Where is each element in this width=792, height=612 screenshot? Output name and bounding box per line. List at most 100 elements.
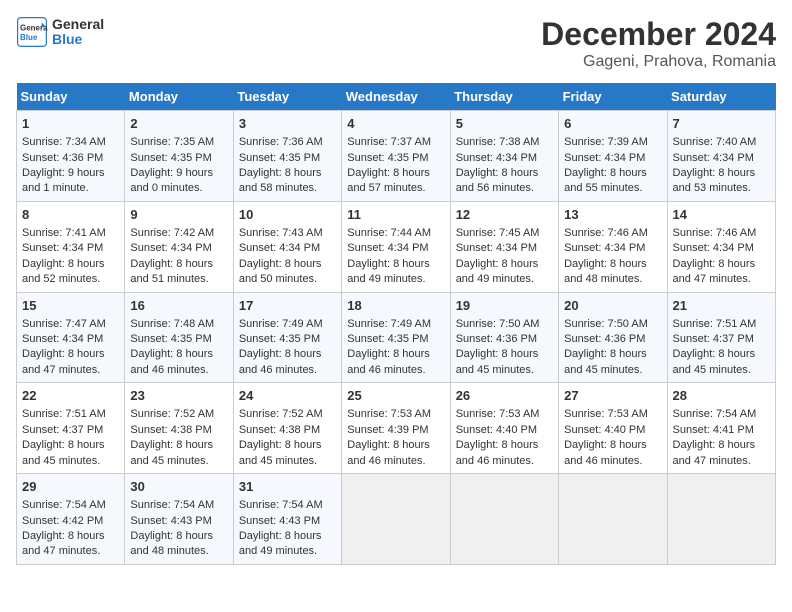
- calendar-cell: 15Sunrise: 7:47 AMSunset: 4:34 PMDayligh…: [17, 292, 125, 383]
- day-info: Daylight: 8 hours: [22, 438, 119, 453]
- day-number: 13: [564, 206, 661, 224]
- calendar-cell: 30Sunrise: 7:54 AMSunset: 4:43 PMDayligh…: [125, 474, 233, 565]
- day-info: Daylight: 8 hours: [564, 347, 661, 362]
- day-info: Daylight: 8 hours: [239, 529, 336, 544]
- calendar-cell: 21Sunrise: 7:51 AMSunset: 4:37 PMDayligh…: [667, 292, 775, 383]
- day-info: and 45 minutes.: [130, 454, 227, 469]
- calendar-cell: 23Sunrise: 7:52 AMSunset: 4:38 PMDayligh…: [125, 383, 233, 474]
- calendar-cell: 6Sunrise: 7:39 AMSunset: 4:34 PMDaylight…: [559, 111, 667, 202]
- day-info: and 48 minutes.: [564, 272, 661, 287]
- calendar-cell: 19Sunrise: 7:50 AMSunset: 4:36 PMDayligh…: [450, 292, 558, 383]
- day-info: and 57 minutes.: [347, 181, 444, 196]
- day-info: Sunset: 4:34 PM: [22, 241, 119, 256]
- day-info: Sunrise: 7:54 AM: [673, 407, 770, 422]
- main-title: December 2024: [541, 16, 776, 53]
- day-info: Sunrise: 7:46 AM: [564, 226, 661, 241]
- day-info: Sunrise: 7:47 AM: [22, 317, 119, 332]
- calendar-cell: 17Sunrise: 7:49 AMSunset: 4:35 PMDayligh…: [233, 292, 341, 383]
- day-info: Sunset: 4:34 PM: [239, 241, 336, 256]
- header-cell-friday: Friday: [559, 83, 667, 111]
- calendar-header: SundayMondayTuesdayWednesdayThursdayFrid…: [17, 83, 776, 111]
- day-number: 27: [564, 387, 661, 405]
- day-info: and 45 minutes.: [239, 454, 336, 469]
- calendar-cell: 14Sunrise: 7:46 AMSunset: 4:34 PMDayligh…: [667, 201, 775, 292]
- day-info: Sunrise: 7:53 AM: [564, 407, 661, 422]
- day-info: Daylight: 8 hours: [673, 257, 770, 272]
- svg-text:Blue: Blue: [20, 33, 38, 42]
- day-number: 21: [673, 297, 770, 315]
- header-cell-thursday: Thursday: [450, 83, 558, 111]
- day-info: Sunrise: 7:51 AM: [673, 317, 770, 332]
- calendar-cell: [667, 474, 775, 565]
- day-info: and 48 minutes.: [130, 544, 227, 559]
- calendar-cell: 2Sunrise: 7:35 AMSunset: 4:35 PMDaylight…: [125, 111, 233, 202]
- day-info: Sunset: 4:34 PM: [673, 151, 770, 166]
- day-info: Daylight: 8 hours: [130, 257, 227, 272]
- calendar-cell: 8Sunrise: 7:41 AMSunset: 4:34 PMDaylight…: [17, 201, 125, 292]
- calendar-cell: 16Sunrise: 7:48 AMSunset: 4:35 PMDayligh…: [125, 292, 233, 383]
- day-info: Sunset: 4:36 PM: [456, 332, 553, 347]
- day-info: Sunset: 4:41 PM: [673, 423, 770, 438]
- calendar-cell: 20Sunrise: 7:50 AMSunset: 4:36 PMDayligh…: [559, 292, 667, 383]
- day-info: Sunset: 4:34 PM: [347, 241, 444, 256]
- day-number: 30: [130, 478, 227, 496]
- header-cell-sunday: Sunday: [17, 83, 125, 111]
- day-info: Daylight: 8 hours: [456, 166, 553, 181]
- day-info: Sunrise: 7:49 AM: [239, 317, 336, 332]
- day-number: 24: [239, 387, 336, 405]
- day-info: Daylight: 8 hours: [130, 347, 227, 362]
- day-number: 14: [673, 206, 770, 224]
- day-info: Sunrise: 7:50 AM: [456, 317, 553, 332]
- day-info: Sunrise: 7:51 AM: [22, 407, 119, 422]
- day-number: 15: [22, 297, 119, 315]
- calendar-body: 1Sunrise: 7:34 AMSunset: 4:36 PMDaylight…: [17, 111, 776, 565]
- day-info: and 49 minutes.: [239, 544, 336, 559]
- day-info: Daylight: 8 hours: [456, 257, 553, 272]
- day-info: Daylight: 8 hours: [564, 257, 661, 272]
- day-info: Sunset: 4:34 PM: [456, 241, 553, 256]
- day-info: and 0 minutes.: [130, 181, 227, 196]
- day-info: and 46 minutes.: [130, 363, 227, 378]
- day-number: 16: [130, 297, 227, 315]
- calendar-cell: 26Sunrise: 7:53 AMSunset: 4:40 PMDayligh…: [450, 383, 558, 474]
- day-info: Sunset: 4:34 PM: [130, 241, 227, 256]
- title-area: December 2024 Gageni, Prahova, Romania: [541, 16, 776, 71]
- logo-general: General: [52, 16, 104, 32]
- day-number: 29: [22, 478, 119, 496]
- day-info: Sunset: 4:42 PM: [22, 514, 119, 529]
- calendar-cell: 5Sunrise: 7:38 AMSunset: 4:34 PMDaylight…: [450, 111, 558, 202]
- calendar-cell: 18Sunrise: 7:49 AMSunset: 4:35 PMDayligh…: [342, 292, 450, 383]
- day-info: Sunset: 4:35 PM: [130, 332, 227, 347]
- day-info: and 45 minutes.: [456, 363, 553, 378]
- day-info: Daylight: 9 hours: [22, 166, 119, 181]
- day-info: and 46 minutes.: [347, 454, 444, 469]
- day-info: and 46 minutes.: [347, 363, 444, 378]
- day-info: and 45 minutes.: [564, 363, 661, 378]
- day-info: Sunrise: 7:53 AM: [347, 407, 444, 422]
- day-info: Daylight: 8 hours: [239, 166, 336, 181]
- week-row-2: 8Sunrise: 7:41 AMSunset: 4:34 PMDaylight…: [17, 201, 776, 292]
- day-info: Sunrise: 7:43 AM: [239, 226, 336, 241]
- day-info: and 47 minutes.: [22, 363, 119, 378]
- calendar-cell: 4Sunrise: 7:37 AMSunset: 4:35 PMDaylight…: [342, 111, 450, 202]
- day-number: 18: [347, 297, 444, 315]
- header-cell-tuesday: Tuesday: [233, 83, 341, 111]
- header-cell-saturday: Saturday: [667, 83, 775, 111]
- day-info: Daylight: 8 hours: [456, 347, 553, 362]
- day-info: and 50 minutes.: [239, 272, 336, 287]
- calendar-cell: 25Sunrise: 7:53 AMSunset: 4:39 PMDayligh…: [342, 383, 450, 474]
- day-info: Sunset: 4:40 PM: [456, 423, 553, 438]
- day-number: 10: [239, 206, 336, 224]
- day-info: Daylight: 8 hours: [456, 438, 553, 453]
- day-info: Daylight: 8 hours: [347, 166, 444, 181]
- day-info: Sunset: 4:35 PM: [239, 151, 336, 166]
- day-number: 1: [22, 115, 119, 133]
- day-number: 22: [22, 387, 119, 405]
- day-info: Sunset: 4:40 PM: [564, 423, 661, 438]
- day-number: 2: [130, 115, 227, 133]
- day-info: Sunset: 4:37 PM: [673, 332, 770, 347]
- day-info: Sunset: 4:35 PM: [130, 151, 227, 166]
- header-cell-wednesday: Wednesday: [342, 83, 450, 111]
- day-info: Sunset: 4:34 PM: [564, 151, 661, 166]
- day-info: and 46 minutes.: [456, 454, 553, 469]
